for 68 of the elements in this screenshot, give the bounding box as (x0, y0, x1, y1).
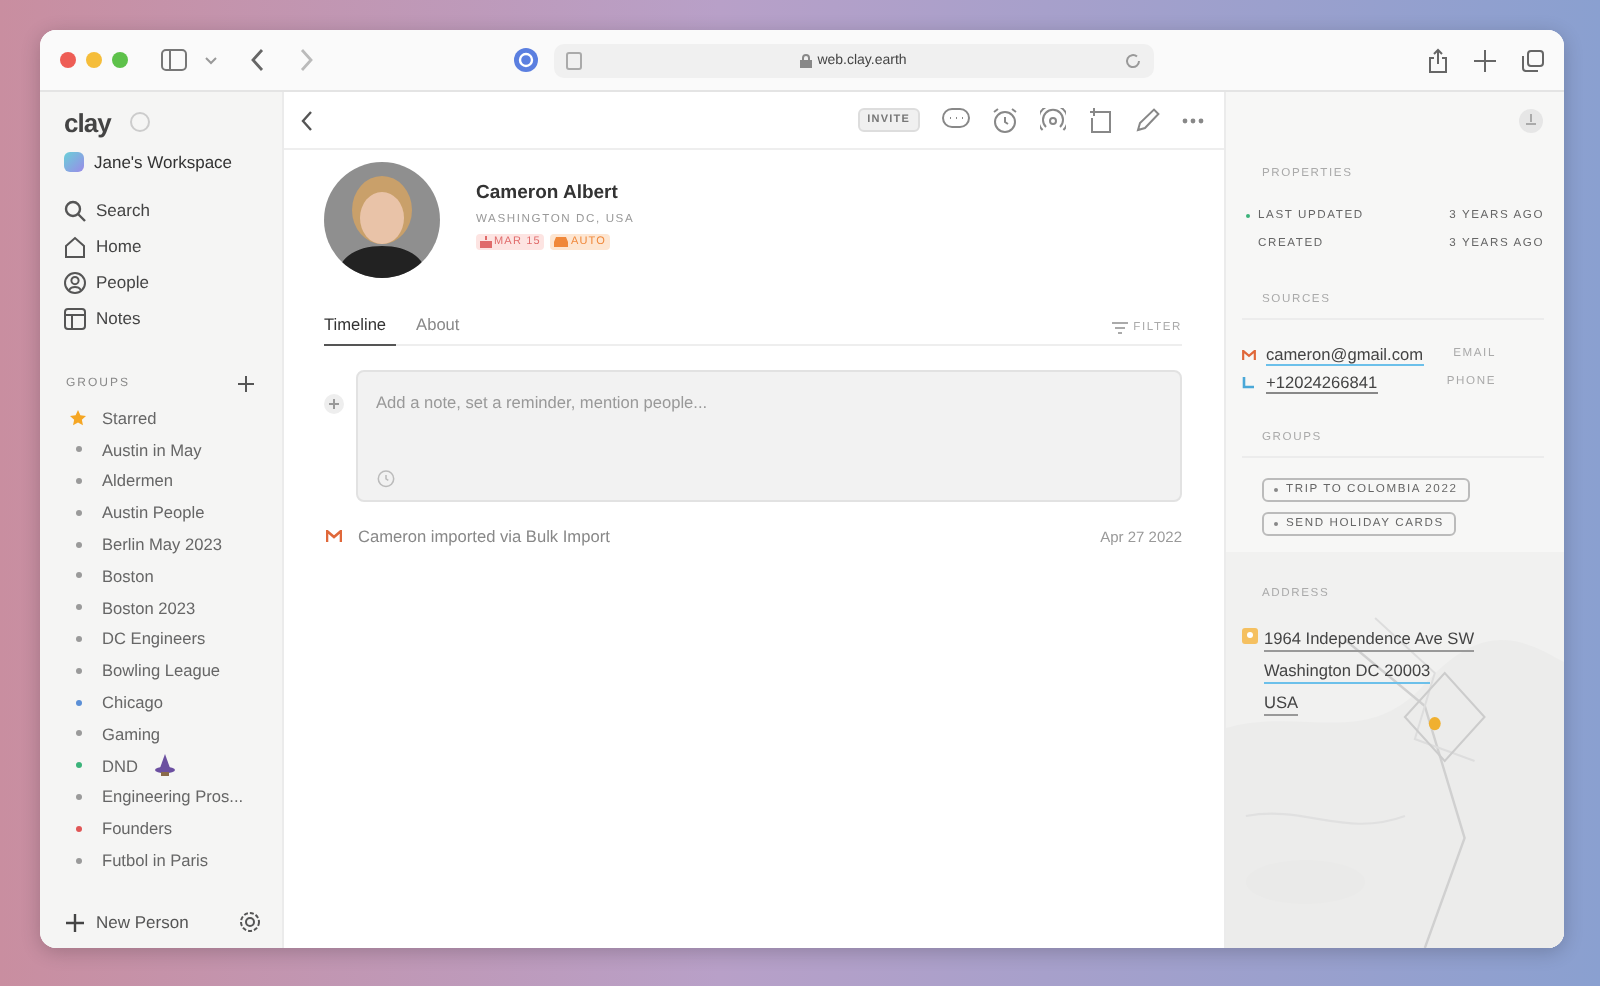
sidebar-item[interactable]: Berlin May 2023 (40, 528, 282, 560)
sidebar-item[interactable]: Boston (40, 559, 282, 592)
sidebar-item[interactable]: Bowling League (40, 654, 282, 687)
cake-icon (480, 236, 492, 248)
notes-icon (64, 307, 86, 329)
home-icon (64, 235, 86, 257)
tab[interactable]: Timeline (324, 314, 397, 346)
add-frame-icon[interactable] (1088, 107, 1114, 133)
reload-icon[interactable] (1124, 51, 1142, 69)
add-icon[interactable] (324, 394, 344, 414)
settings-icon[interactable] (238, 910, 262, 934)
pin-icon (1242, 628, 1258, 644)
plus-icon (66, 913, 84, 931)
mail-icon (1242, 349, 1256, 359)
sidebar-toggle-icon[interactable] (160, 48, 188, 72)
person-icon (64, 271, 86, 293)
sidebar-item[interactable]: Engineering Pros... (40, 781, 282, 813)
phone-icon (1242, 375, 1256, 389)
new-person-button[interactable]: New Person (66, 912, 189, 932)
alarm-icon[interactable] (992, 107, 1018, 133)
sidebar-item[interactable]: People (40, 264, 282, 300)
page-icon (566, 51, 582, 69)
sidebar-item[interactable]: Futbol in Paris (40, 844, 282, 876)
sidebar-item[interactable]: Gaming (40, 717, 282, 750)
search-icon (64, 199, 86, 221)
sidebar-item[interactable]: Starred (40, 402, 282, 434)
extension-icon[interactable] (514, 48, 538, 72)
plus-icon[interactable] (1474, 49, 1496, 71)
minimize-dot[interactable] (86, 52, 102, 68)
mail-icon (326, 530, 342, 542)
sidebar-item[interactable]: Founders (40, 812, 282, 845)
address-line[interactable]: 1964 Independence Ave SW (1264, 628, 1475, 652)
car-icon (554, 236, 569, 248)
address-line[interactable]: Washington DC 20003 (1264, 660, 1431, 684)
chevron-down-icon[interactable] (204, 55, 218, 65)
sidebar-item[interactable]: Notes (40, 300, 282, 336)
sidebar-item[interactable]: Austin People (40, 496, 282, 529)
tab[interactable]: About (416, 314, 470, 346)
sidebar-item[interactable]: Aldermen (40, 465, 282, 497)
add-group-icon[interactable] (238, 376, 254, 392)
workspace-switcher[interactable]: Jane's Workspace (40, 140, 282, 184)
address-line[interactable]: USA (1264, 692, 1299, 716)
lock-icon (799, 53, 812, 67)
back-icon[interactable] (250, 48, 266, 72)
zoom-dot[interactable] (112, 52, 128, 68)
back-icon[interactable] (300, 109, 314, 131)
pencil-icon[interactable] (1136, 108, 1160, 132)
sidebar-item[interactable]: Boston 2023 (40, 591, 282, 624)
timeline-entry: Cameron imported via Bulk Import (358, 526, 612, 546)
message-icon[interactable] (942, 108, 970, 132)
source-link[interactable]: cameron@gmail.com (1266, 343, 1424, 365)
person-name: Cameron Albert (476, 182, 620, 204)
tabs-icon[interactable] (1522, 49, 1544, 71)
wizard-icon (153, 754, 176, 777)
sidebar-item[interactable]: Austin in May (40, 433, 282, 466)
source-link[interactable]: +12024266841 (1266, 371, 1378, 393)
forward-icon[interactable] (298, 48, 314, 72)
app-logo[interactable]: clay (64, 107, 111, 137)
share-icon[interactable] (1428, 47, 1448, 73)
filter-icon (1111, 322, 1128, 334)
more-icon[interactable] (1182, 117, 1204, 123)
close-dot[interactable] (60, 52, 76, 68)
sidebar-item[interactable]: Home (40, 228, 282, 264)
sidebar-item[interactable]: DC Engineers (40, 623, 282, 655)
sidebar-item[interactable]: DND (40, 749, 282, 782)
sidebar-item[interactable]: Chicago (40, 686, 282, 718)
sidebar-item[interactable]: Search (40, 192, 282, 228)
signal-icon[interactable] (1040, 107, 1066, 133)
